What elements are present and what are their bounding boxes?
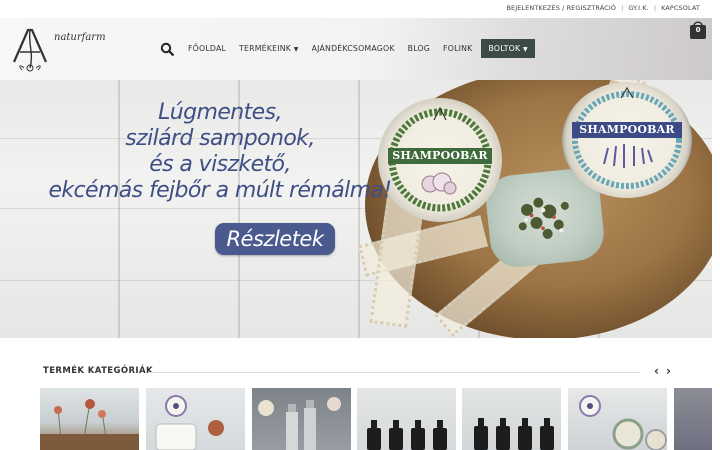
separator: | xyxy=(621,4,624,12)
site-logo[interactable]: naturfarm xyxy=(10,24,110,74)
category-thumbnail[interactable] xyxy=(357,388,456,450)
tin-label-text: SHAMPOOBAR xyxy=(579,123,675,136)
chevron-left-icon[interactable]: ‹ xyxy=(654,365,664,377)
details-button[interactable]: Részletek xyxy=(215,223,335,255)
contact-link[interactable]: KAPCSOLAT xyxy=(661,4,700,12)
caret-down-icon: ▼ xyxy=(293,46,299,53)
cart-count: 0 xyxy=(695,26,701,34)
nav-item-products[interactable]: TERMÉKEINK ▼ xyxy=(239,44,299,53)
passion-flower-image xyxy=(155,395,224,450)
category-thumbnail[interactable] xyxy=(462,388,561,450)
section-title: TERMÉK KATEGÓRIÁK xyxy=(43,366,153,376)
nav-item-gift-packages[interactable]: AJÁNDÉKCSOMAGOK xyxy=(312,44,395,53)
category-thumbnail[interactable] xyxy=(568,388,667,450)
hero-banner[interactable]: SHAMPOOBAR SHAMPOOBAR Lúgmentes, szilárd… xyxy=(0,80,712,338)
top-bar: BEJELENTKEZÉS / REGISZTRÁCIÓ | GY.I.K. | KAP… xyxy=(0,0,712,18)
nav-item-home[interactable]: FŐOLDAL xyxy=(188,44,226,53)
product-categories-section: TERMÉK KATEGÓRIÁK ‹ › xyxy=(0,338,720,450)
tins-and-flowers-image xyxy=(579,395,667,450)
category-thumbnail[interactable] xyxy=(40,388,139,450)
hero-headline-line: és a viszkető, xyxy=(149,152,291,177)
flowers-image xyxy=(40,399,139,450)
nav-item-shops[interactable]: BOLTOK ▼ xyxy=(481,39,535,58)
search-icon[interactable] xyxy=(160,42,174,56)
caret-down-icon: ▼ xyxy=(523,46,528,53)
logo-text: naturfarm xyxy=(54,32,106,43)
nav-item-products-label: TERMÉKEINK xyxy=(239,44,292,53)
chevron-right-icon[interactable]: › xyxy=(666,365,676,377)
tin-decoration-icon xyxy=(572,86,682,189)
shampoo-bar-tin-right: SHAMPOOBAR xyxy=(562,82,692,198)
nav-item-blog[interactable]: BLOG xyxy=(408,44,430,53)
dropper-bottles-image xyxy=(474,418,554,450)
spray-bottles-image xyxy=(258,397,341,450)
hero-headline-line: szilárd samponok, xyxy=(125,126,315,151)
category-thumbnail[interactable] xyxy=(146,388,245,450)
category-thumbnail[interactable] xyxy=(252,388,351,450)
hero-headline: Lúgmentes, szilárd samponok, és a viszke… xyxy=(30,100,410,204)
site-header: naturfarm FŐOLDAL TERMÉKEINK ▼ AJÁNDÉKCS… xyxy=(0,18,712,80)
nav-item-shops-label: BOLTOK xyxy=(488,44,521,53)
separator: | xyxy=(653,4,657,12)
dropper-bottles-image xyxy=(367,420,447,450)
top-links: BEJELENTKEZÉS / REGISZTRÁCIÓ | GY.I.K. | KAP… xyxy=(506,4,700,12)
logo-mark-icon xyxy=(12,28,48,72)
category-thumbnail[interactable] xyxy=(674,388,712,450)
nav-item-folink[interactable]: FOLINK xyxy=(443,44,472,53)
hero-headline-line: ekcémás fejbőr a múlt rémálma! xyxy=(48,178,392,203)
section-divider xyxy=(148,372,640,373)
faq-link[interactable]: GY.I.K. xyxy=(628,4,648,12)
cart-button[interactable]: 0 xyxy=(688,18,708,40)
hero-headline-line: Lúgmentes, xyxy=(158,100,282,125)
login-register-link[interactable]: BEJELENTKEZÉS / REGISZTRÁCIÓ xyxy=(506,4,616,12)
main-nav: FŐOLDAL TERMÉKEINK ▼ AJÁNDÉKCSOMAGOK BLO… xyxy=(160,39,548,58)
